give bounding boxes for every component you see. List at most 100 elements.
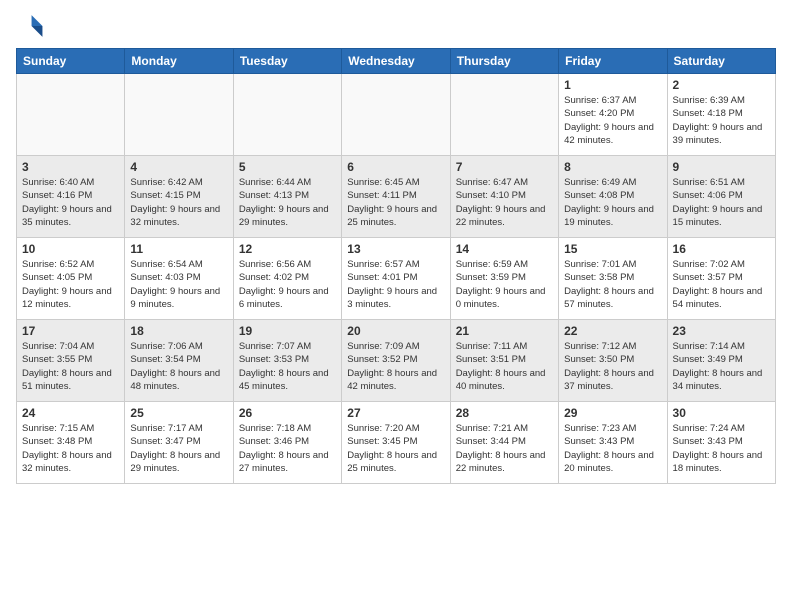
- calendar-cell: [450, 74, 558, 156]
- day-header-friday: Friday: [559, 49, 667, 74]
- page: SundayMondayTuesdayWednesdayThursdayFrid…: [0, 0, 792, 612]
- day-info: Sunrise: 7:23 AMSunset: 3:43 PMDaylight:…: [564, 422, 661, 475]
- calendar-cell: 22 Sunrise: 7:12 AMSunset: 3:50 PMDayligh…: [559, 320, 667, 402]
- day-info: Sunrise: 7:24 AMSunset: 3:43 PMDaylight:…: [673, 422, 770, 475]
- day-info: Sunrise: 7:17 AMSunset: 3:47 PMDaylight:…: [130, 422, 227, 475]
- day-info: Sunrise: 7:14 AMSunset: 3:49 PMDaylight:…: [673, 340, 770, 393]
- day-info: Sunrise: 6:39 AMSunset: 4:18 PMDaylight:…: [673, 94, 770, 147]
- calendar-cell: 6 Sunrise: 6:45 AMSunset: 4:11 PMDaylight…: [342, 156, 450, 238]
- calendar-week-row-0: 1 Sunrise: 6:37 AMSunset: 4:20 PMDaylight…: [17, 74, 776, 156]
- day-info: Sunrise: 6:47 AMSunset: 4:10 PMDaylight:…: [456, 176, 553, 229]
- calendar-cell: 10 Sunrise: 6:52 AMSunset: 4:05 PMDayligh…: [17, 238, 125, 320]
- calendar-header-row: SundayMondayTuesdayWednesdayThursdayFrid…: [17, 49, 776, 74]
- day-info: Sunrise: 6:44 AMSunset: 4:13 PMDaylight:…: [239, 176, 336, 229]
- day-header-sunday: Sunday: [17, 49, 125, 74]
- calendar-cell: 17 Sunrise: 7:04 AMSunset: 3:55 PMDayligh…: [17, 320, 125, 402]
- day-header-tuesday: Tuesday: [233, 49, 341, 74]
- day-number: 7: [456, 160, 553, 174]
- day-number: 8: [564, 160, 661, 174]
- day-info: Sunrise: 7:11 AMSunset: 3:51 PMDaylight:…: [456, 340, 553, 393]
- calendar-cell: 15Sunrise: 7:01 AMSunset: 3:58 PMDayligh…: [559, 238, 667, 320]
- calendar-cell: [233, 74, 341, 156]
- day-number: 9: [673, 160, 770, 174]
- day-header-monday: Monday: [125, 49, 233, 74]
- calendar-cell: 28 Sunrise: 7:21 AMSunset: 3:44 PMDayligh…: [450, 402, 558, 484]
- day-info: Sunrise: 6:57 AMSunset: 4:01 PMDaylight:…: [347, 258, 444, 311]
- calendar-cell: 14 Sunrise: 6:59 AMSunset: 3:59 PMDayligh…: [450, 238, 558, 320]
- calendar-week-row-3: 17 Sunrise: 7:04 AMSunset: 3:55 PMDayligh…: [17, 320, 776, 402]
- calendar-cell: 21 Sunrise: 7:11 AMSunset: 3:51 PMDayligh…: [450, 320, 558, 402]
- calendar-week-row-1: 3 Sunrise: 6:40 AMSunset: 4:16 PMDaylight…: [17, 156, 776, 238]
- day-number: 10: [22, 242, 119, 256]
- day-info: Sunrise: 7:02 AMSunset: 3:57 PMDaylight:…: [673, 258, 770, 311]
- calendar-cell: 5Sunrise: 6:44 AMSunset: 4:13 PMDaylight…: [233, 156, 341, 238]
- day-info: Sunrise: 7:20 AMSunset: 3:45 PMDaylight:…: [347, 422, 444, 475]
- calendar-cell: 12 Sunrise: 6:56 AMSunset: 4:02 PMDayligh…: [233, 238, 341, 320]
- calendar-cell: 25 Sunrise: 7:17 AMSunset: 3:47 PMDayligh…: [125, 402, 233, 484]
- day-number: 29: [564, 406, 661, 420]
- header: [16, 12, 776, 40]
- calendar-cell: 18Sunrise: 7:06 AMSunset: 3:54 PMDayligh…: [125, 320, 233, 402]
- day-info: Sunrise: 6:59 AMSunset: 3:59 PMDaylight:…: [456, 258, 553, 311]
- calendar-week-row-2: 10 Sunrise: 6:52 AMSunset: 4:05 PMDayligh…: [17, 238, 776, 320]
- day-number: 18: [130, 324, 227, 338]
- day-number: 16: [673, 242, 770, 256]
- day-number: 17: [22, 324, 119, 338]
- calendar-cell: 1 Sunrise: 6:37 AMSunset: 4:20 PMDaylight…: [559, 74, 667, 156]
- calendar-cell: 7 Sunrise: 6:47 AMSunset: 4:10 PMDaylight…: [450, 156, 558, 238]
- day-info: Sunrise: 7:09 AMSunset: 3:52 PMDaylight:…: [347, 340, 444, 393]
- day-info: Sunrise: 6:42 AMSunset: 4:15 PMDaylight:…: [130, 176, 227, 229]
- day-info: Sunrise: 7:15 AMSunset: 3:48 PMDaylight:…: [22, 422, 119, 475]
- calendar-cell: 29 Sunrise: 7:23 AMSunset: 3:43 PMDayligh…: [559, 402, 667, 484]
- day-info: Sunrise: 7:04 AMSunset: 3:55 PMDaylight:…: [22, 340, 119, 393]
- calendar-cell: 3 Sunrise: 6:40 AMSunset: 4:16 PMDaylight…: [17, 156, 125, 238]
- day-number: 28: [456, 406, 553, 420]
- calendar-cell: 9 Sunrise: 6:51 AMSunset: 4:06 PMDaylight…: [667, 156, 775, 238]
- day-info: Sunrise: 6:51 AMSunset: 4:06 PMDaylight:…: [673, 176, 770, 229]
- calendar-cell: 24 Sunrise: 7:15 AMSunset: 3:48 PMDayligh…: [17, 402, 125, 484]
- day-info: Sunrise: 6:52 AMSunset: 4:05 PMDaylight:…: [22, 258, 119, 311]
- day-info: Sunrise: 6:40 AMSunset: 4:16 PMDaylight:…: [22, 176, 119, 229]
- day-header-saturday: Saturday: [667, 49, 775, 74]
- logo: [16, 12, 48, 40]
- day-number: 21: [456, 324, 553, 338]
- calendar-cell: 4Sunrise: 6:42 AMSunset: 4:15 PMDaylight…: [125, 156, 233, 238]
- day-number: 6: [347, 160, 444, 174]
- day-info: Sunrise: 6:54 AMSunset: 4:03 PMDaylight:…: [130, 258, 227, 311]
- day-number: 11: [130, 242, 227, 256]
- calendar-cell: 27 Sunrise: 7:20 AMSunset: 3:45 PMDayligh…: [342, 402, 450, 484]
- calendar-cell: 16 Sunrise: 7:02 AMSunset: 3:57 PMDayligh…: [667, 238, 775, 320]
- day-info: Sunrise: 7:12 AMSunset: 3:50 PMDaylight:…: [564, 340, 661, 393]
- calendar: SundayMondayTuesdayWednesdayThursdayFrid…: [16, 48, 776, 484]
- calendar-cell: [125, 74, 233, 156]
- day-number: 30: [673, 406, 770, 420]
- day-info: Sunrise: 6:49 AMSunset: 4:08 PMDaylight:…: [564, 176, 661, 229]
- day-number: 14: [456, 242, 553, 256]
- day-info: Sunrise: 7:18 AMSunset: 3:46 PMDaylight:…: [239, 422, 336, 475]
- calendar-cell: 13 Sunrise: 6:57 AMSunset: 4:01 PMDayligh…: [342, 238, 450, 320]
- day-info: Sunrise: 6:37 AMSunset: 4:20 PMDaylight:…: [564, 94, 661, 147]
- day-number: 12: [239, 242, 336, 256]
- day-number: 19: [239, 324, 336, 338]
- day-info: Sunrise: 7:21 AMSunset: 3:44 PMDaylight:…: [456, 422, 553, 475]
- day-info: Sunrise: 6:45 AMSunset: 4:11 PMDaylight:…: [347, 176, 444, 229]
- day-number: 27: [347, 406, 444, 420]
- day-info: Sunrise: 6:56 AMSunset: 4:02 PMDaylight:…: [239, 258, 336, 311]
- day-header-wednesday: Wednesday: [342, 49, 450, 74]
- day-number: 24: [22, 406, 119, 420]
- day-number: 3: [22, 160, 119, 174]
- day-number: 22: [564, 324, 661, 338]
- calendar-cell: 8 Sunrise: 6:49 AMSunset: 4:08 PMDaylight…: [559, 156, 667, 238]
- calendar-cell: 30 Sunrise: 7:24 AMSunset: 3:43 PMDayligh…: [667, 402, 775, 484]
- day-number: 2: [673, 78, 770, 92]
- calendar-cell: 23Sunrise: 7:14 AMSunset: 3:49 PMDayligh…: [667, 320, 775, 402]
- day-number: 1: [564, 78, 661, 92]
- day-number: 26: [239, 406, 336, 420]
- calendar-cell: 19 Sunrise: 7:07 AMSunset: 3:53 PMDayligh…: [233, 320, 341, 402]
- day-number: 13: [347, 242, 444, 256]
- day-header-thursday: Thursday: [450, 49, 558, 74]
- day-info: Sunrise: 7:01 AMSunset: 3:58 PMDaylight:…: [564, 258, 661, 311]
- day-info: Sunrise: 7:07 AMSunset: 3:53 PMDaylight:…: [239, 340, 336, 393]
- day-number: 20: [347, 324, 444, 338]
- day-number: 25: [130, 406, 227, 420]
